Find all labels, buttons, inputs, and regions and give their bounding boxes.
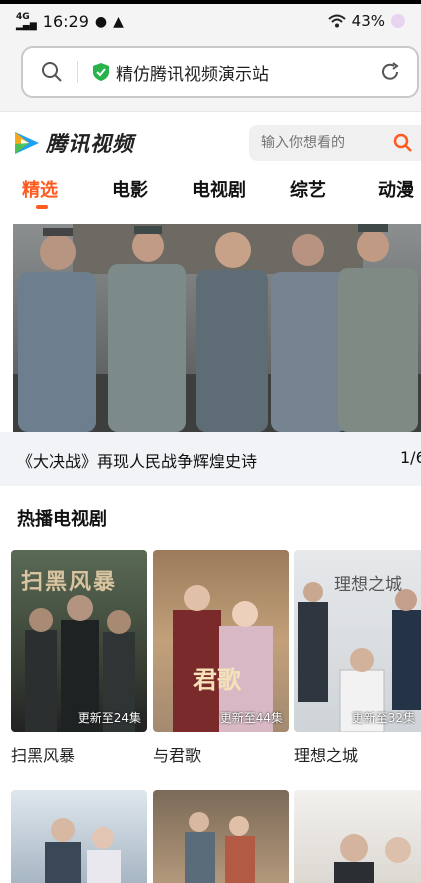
- episode-badge: 更新至24集: [77, 711, 141, 725]
- search-icon[interactable]: [41, 61, 63, 83]
- card-poster[interactable]: 扫黑风暴 更新至24集: [11, 550, 147, 732]
- card-title[interactable]: 理想之城: [294, 742, 358, 766]
- qq-icon: ▲: [113, 13, 124, 30]
- tab-tv-series[interactable]: 电视剧: [192, 176, 246, 202]
- address-bar[interactable]: 精仿腾讯视频演示站: [21, 46, 419, 98]
- card-poster[interactable]: [294, 790, 421, 883]
- poster-figures: [185, 812, 255, 883]
- poster-figures: [173, 585, 273, 732]
- divider: [77, 61, 78, 83]
- status-bar: 4G ▂▄▆ 16:29 ● ▲ 43%: [0, 0, 421, 40]
- card-poster[interactable]: 君歌 更新至44集: [153, 550, 289, 732]
- tab-variety[interactable]: 综艺: [290, 176, 326, 202]
- card-tv-show[interactable]: 理想之城 更新至32集 理想之城: [294, 550, 421, 765]
- status-time: 16:29: [42, 12, 89, 31]
- search-box[interactable]: [249, 125, 421, 161]
- poster-figures: [298, 582, 421, 732]
- episode-badge: 更新至44集: [219, 711, 283, 725]
- logo[interactable]: 腾讯视频: [12, 128, 134, 158]
- poster-figures: [334, 834, 411, 883]
- battery-percent: 43%: [351, 12, 385, 30]
- banner-pager: 1/6: [400, 448, 421, 467]
- category-tabs: 精选 电影 电视剧 综艺 动漫: [0, 172, 421, 216]
- logo-text: 腾讯视频: [46, 132, 134, 156]
- search-icon[interactable]: [393, 133, 413, 153]
- banner-caption[interactable]: 《大决战》再现人民战争辉煌史诗: [17, 448, 257, 472]
- poster-figures: [25, 595, 135, 732]
- banner-image[interactable]: [13, 224, 421, 432]
- wifi-icon: [327, 14, 346, 28]
- tab-movies[interactable]: 电影: [112, 176, 148, 202]
- reload-icon[interactable]: [379, 61, 401, 83]
- card-tv-show[interactable]: 扫黑风暴 更新至24集 扫黑风暴: [11, 550, 147, 765]
- episode-badge: 更新至32集: [351, 711, 415, 725]
- notification-icon: ●: [94, 13, 108, 30]
- card-poster[interactable]: [153, 790, 289, 883]
- banner-caption-bar: 《大决战》再现人民战争辉煌史诗 1/6: [0, 432, 421, 486]
- search-input[interactable]: [261, 135, 381, 151]
- card-title[interactable]: 扫黑风暴: [11, 742, 75, 766]
- tencent-video-logo-icon: [15, 132, 39, 154]
- tab-anime[interactable]: 动漫: [378, 176, 414, 202]
- poster-figures: [45, 818, 121, 883]
- section-title: 热播电视剧: [17, 509, 107, 530]
- card-title[interactable]: 与君歌: [153, 742, 201, 766]
- card-poster[interactable]: 理想之城 更新至32集: [294, 550, 421, 732]
- shield-check-icon: [93, 63, 109, 81]
- browser-toolbar: 精仿腾讯视频演示站: [0, 40, 421, 112]
- app-header: 腾讯视频: [0, 112, 421, 172]
- tab-featured[interactable]: 精选: [22, 176, 58, 202]
- card-poster[interactable]: [11, 790, 147, 883]
- url-text[interactable]: 精仿腾讯视频演示站: [116, 60, 269, 85]
- signal-icon: 4G ▂▄▆: [16, 11, 37, 31]
- banner-photo: [13, 224, 421, 432]
- battery-icon: [391, 14, 405, 28]
- tab-active-indicator: [36, 205, 48, 209]
- card-tv-show[interactable]: 君歌 更新至44集 与君歌: [153, 550, 289, 765]
- poster-title-art: 君歌: [193, 665, 241, 694]
- network-type: 4G: [16, 11, 30, 22]
